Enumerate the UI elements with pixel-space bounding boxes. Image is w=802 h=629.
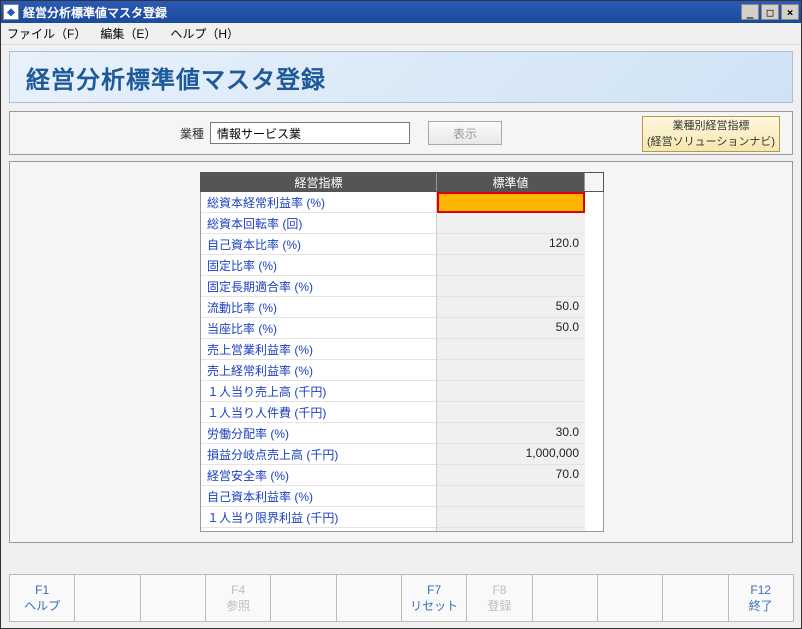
standard-value-cell[interactable] bbox=[437, 255, 585, 276]
indicator-label: 限界利益率 (%) bbox=[201, 528, 437, 532]
table-row[interactable]: 総資本回転率 (回) bbox=[201, 213, 603, 234]
grid: 経営指標 標準値 総資本経常利益率 (%)総資本回転率 (回)自己資本比率 (%… bbox=[200, 172, 604, 532]
industry-label: 業種 bbox=[180, 125, 204, 142]
f7-button[interactable]: F7 リセット bbox=[401, 574, 467, 622]
table-row[interactable]: 売上営業利益率 (%) bbox=[201, 339, 603, 360]
standard-value-cell[interactable]: 30.0 bbox=[437, 423, 585, 444]
minimize-button[interactable]: _ bbox=[741, 4, 759, 20]
f10-button bbox=[597, 574, 663, 622]
table-row[interactable]: 固定長期適合率 (%) bbox=[201, 276, 603, 297]
indicator-label: 売上経常利益率 (%) bbox=[201, 360, 437, 381]
indicator-label: １人当り売上高 (千円) bbox=[201, 381, 437, 402]
grid-scroll-area[interactable]: 総資本経常利益率 (%)総資本回転率 (回)自己資本比率 (%)120.0固定比… bbox=[200, 192, 604, 532]
indicator-label: 経営安全率 (%) bbox=[201, 465, 437, 486]
ext-button-line2: (経営ソリューションナビ) bbox=[643, 135, 779, 151]
ext-button-line1: 業種別経営指標 bbox=[643, 119, 779, 135]
indicator-label: 固定長期適合率 (%) bbox=[201, 276, 437, 297]
indicator-label: 売上営業利益率 (%) bbox=[201, 339, 437, 360]
titlebar: ◆ 経営分析標準値マスタ登録 _ □ × bbox=[1, 1, 801, 23]
standard-value-cell[interactable] bbox=[437, 381, 585, 402]
standard-value-cell[interactable] bbox=[437, 192, 585, 213]
standard-value-cell[interactable]: 120.0 bbox=[437, 234, 585, 255]
standard-value-cell[interactable]: 1,000,000 bbox=[437, 444, 585, 465]
filter-panel: 業種 表示 業種別経営指標 (経営ソリューションナビ) bbox=[9, 111, 793, 155]
table-row[interactable]: 売上経常利益率 (%) bbox=[201, 360, 603, 381]
table-row[interactable]: １人当り人件費 (千円) bbox=[201, 402, 603, 423]
grid-panel: 経営指標 標準値 総資本経常利益率 (%)総資本回転率 (回)自己資本比率 (%… bbox=[9, 161, 793, 543]
table-row[interactable]: 限界利益率 (%) bbox=[201, 528, 603, 532]
menu-help[interactable]: ヘルプ（H） bbox=[170, 25, 239, 42]
f11-button bbox=[662, 574, 728, 622]
standard-value-cell[interactable] bbox=[437, 402, 585, 423]
indicator-label: 総資本回転率 (回) bbox=[201, 213, 437, 234]
app-window: ◆ 経営分析標準値マスタ登録 _ □ × ファイル（F） 編集（E） ヘルプ（H… bbox=[0, 0, 802, 629]
f1-button[interactable]: F1 ヘルプ bbox=[9, 574, 75, 622]
table-row[interactable]: 総資本経常利益率 (%) bbox=[201, 192, 603, 213]
close-button[interactable]: × bbox=[781, 4, 799, 20]
indicator-label: １人当り限界利益 (千円) bbox=[201, 507, 437, 528]
indicator-label: 自己資本比率 (%) bbox=[201, 234, 437, 255]
standard-value-cell[interactable] bbox=[437, 213, 585, 234]
table-row[interactable]: 労働分配率 (%)30.0 bbox=[201, 423, 603, 444]
f5-button bbox=[270, 574, 336, 622]
indicator-label: 自己資本利益率 (%) bbox=[201, 486, 437, 507]
menu-edit[interactable]: 編集（E） bbox=[100, 25, 156, 42]
window-title: 経営分析標準値マスタ登録 bbox=[23, 4, 167, 21]
indicator-label: 流動比率 (%) bbox=[201, 297, 437, 318]
table-row[interactable]: 経営安全率 (%)70.0 bbox=[201, 465, 603, 486]
table-row[interactable]: 自己資本利益率 (%) bbox=[201, 486, 603, 507]
indicator-label: 損益分岐点売上高 (千円) bbox=[201, 444, 437, 465]
grid-header: 経営指標 標準値 bbox=[200, 172, 604, 192]
f8-button[interactable]: F8 登録 bbox=[466, 574, 532, 622]
page-title: 経営分析標準値マスタ登録 bbox=[26, 60, 326, 95]
window-controls: _ □ × bbox=[739, 4, 799, 20]
external-indicator-button[interactable]: 業種別経営指標 (経営ソリューションナビ) bbox=[642, 116, 780, 152]
standard-value-cell[interactable] bbox=[437, 360, 585, 381]
grid-header-indicator: 経営指標 bbox=[201, 173, 437, 191]
standard-value-cell[interactable] bbox=[437, 276, 585, 297]
function-key-bar: F1 ヘルプ F4 参照 F7 リセット F8 登録 F12 終了 bbox=[9, 574, 793, 622]
f2-button bbox=[74, 574, 140, 622]
table-row[interactable]: １人当り限界利益 (千円) bbox=[201, 507, 603, 528]
standard-value-cell[interactable] bbox=[437, 528, 585, 532]
f12-button[interactable]: F12 終了 bbox=[728, 574, 794, 622]
indicator-label: １人当り人件費 (千円) bbox=[201, 402, 437, 423]
maximize-button[interactable]: □ bbox=[761, 4, 779, 20]
standard-value-cell[interactable]: 50.0 bbox=[437, 318, 585, 339]
indicator-label: 固定比率 (%) bbox=[201, 255, 437, 276]
f3-button bbox=[140, 574, 206, 622]
f9-button bbox=[532, 574, 598, 622]
indicator-label: 総資本経常利益率 (%) bbox=[201, 192, 437, 213]
table-row[interactable]: 固定比率 (%) bbox=[201, 255, 603, 276]
standard-value-cell[interactable] bbox=[437, 339, 585, 360]
industry-input[interactable] bbox=[210, 122, 410, 144]
standard-value-cell[interactable]: 70.0 bbox=[437, 465, 585, 486]
indicator-label: 当座比率 (%) bbox=[201, 318, 437, 339]
menubar: ファイル（F） 編集（E） ヘルプ（H） bbox=[1, 23, 801, 45]
table-row[interactable]: 流動比率 (%)50.0 bbox=[201, 297, 603, 318]
table-row[interactable]: 損益分岐点売上高 (千円)1,000,000 bbox=[201, 444, 603, 465]
table-row[interactable]: 自己資本比率 (%)120.0 bbox=[201, 234, 603, 255]
f6-button bbox=[336, 574, 402, 622]
show-button[interactable]: 表示 bbox=[428, 121, 502, 145]
table-row[interactable]: １人当り売上高 (千円) bbox=[201, 381, 603, 402]
grid-header-value: 標準値 bbox=[437, 173, 585, 191]
table-row[interactable]: 当座比率 (%)50.0 bbox=[201, 318, 603, 339]
standard-value-cell[interactable]: 50.0 bbox=[437, 297, 585, 318]
standard-value-cell[interactable] bbox=[437, 486, 585, 507]
app-icon: ◆ bbox=[3, 4, 19, 20]
indicator-label: 労働分配率 (%) bbox=[201, 423, 437, 444]
standard-value-cell[interactable] bbox=[437, 507, 585, 528]
page-banner: 経営分析標準値マスタ登録 bbox=[9, 51, 793, 103]
f4-button[interactable]: F4 参照 bbox=[205, 574, 271, 622]
menu-file[interactable]: ファイル（F） bbox=[7, 25, 86, 42]
